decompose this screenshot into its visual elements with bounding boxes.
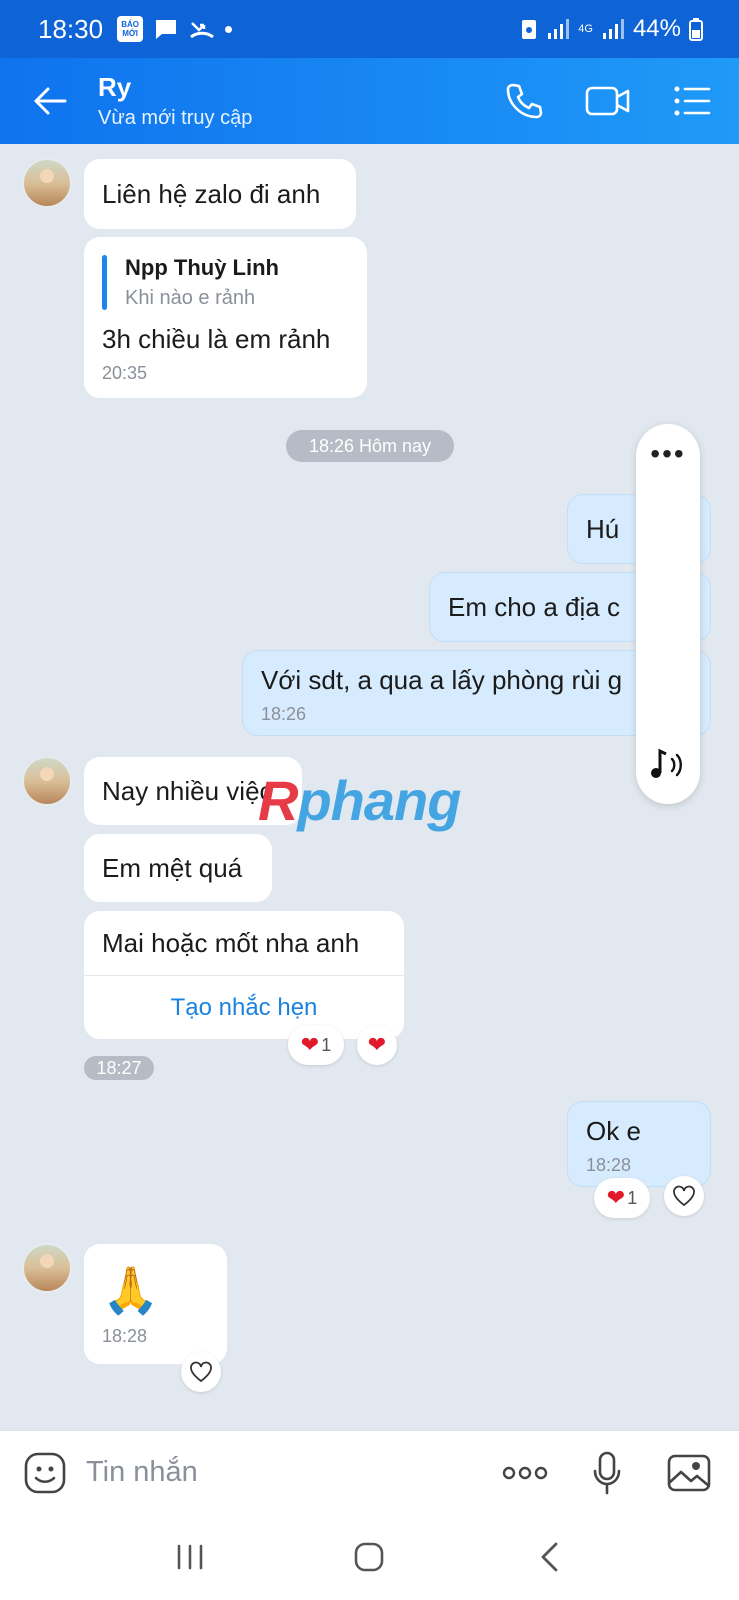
status-time: 18:30 [38,13,104,44]
message-text: Hú [586,513,620,544]
floating-tools-panel: ••• [636,424,700,804]
voice-record-button[interactable] [579,1445,635,1501]
missed-call-icon [190,22,215,39]
message-time: 18:28 [102,1326,148,1346]
status-bar: 18:30 BÁO MỚI 4G 44% [0,0,739,58]
heart-outline-icon [673,1185,695,1207]
contact-avatar[interactable] [22,158,72,208]
contact-avatar[interactable] [22,756,72,806]
react-button[interactable] [664,1176,704,1216]
network-type: 4G [578,22,593,35]
my-message-bubble[interactable]: Ok e 18:28 [567,1101,711,1187]
react-button[interactable] [181,1352,221,1392]
reaction-number: 1 [321,1034,332,1055]
reply-message-bubble[interactable]: Npp Thuỳ Linh Khi nào e rảnh 3h chiều là… [84,237,367,398]
more-actions-button[interactable] [497,1445,553,1501]
time-pill: 18:27 [84,1056,154,1080]
baomoi-app-icon: BÁO MỚI [117,16,144,42]
chat-header: Ry Vừa mới truy cập [0,58,739,144]
heart-outline-icon [190,1361,212,1383]
message-text: Liên hệ zalo đi anh [102,178,321,209]
watermark-logo: Rphang [258,769,461,832]
home-icon [355,1542,384,1572]
quote-bar [102,255,107,310]
message-text: Với sdt, a qua a lấy phòng rùi g [261,665,623,695]
system-navigation-bar [0,1514,739,1600]
reaction-count[interactable]: ❤ 1 [288,1025,344,1065]
contact-info[interactable]: Ry Vừa mới truy cập [98,72,252,130]
message-bubble-with-action[interactable]: Mai hoặc mốt nha anh Tạo nhắc hẹn [84,911,404,1039]
quoted-message[interactable]: Npp Thuỳ Linh Khi nào e rảnh [102,255,349,310]
quote-author: Npp Thuỳ Linh [125,255,279,280]
heart-icon: ❤ [367,1032,387,1057]
sticker-button[interactable] [22,1450,68,1496]
battery-percent: 44% [632,15,681,42]
reaction-number: 1 [627,1187,638,1208]
contact-avatar[interactable] [22,1243,72,1293]
message-time: 18:28 [586,1155,632,1175]
phone-icon [506,83,543,119]
create-reminder-button[interactable]: Tạo nhắc hẹn [84,975,404,1039]
message-bubble[interactable]: Em mệt quá [84,834,272,902]
video-call-button[interactable] [581,74,635,128]
video-camera-icon [585,86,630,116]
date-divider: 18:26 Hôm nay [286,430,454,462]
chevron-left-icon [541,1542,558,1572]
image-gallery-icon [667,1454,711,1491]
message-text: Em mệt quá [102,852,243,883]
arrow-left-icon [34,87,67,115]
contact-status: Vừa mới truy cập [98,107,253,129]
back-button[interactable] [24,75,76,127]
dots-icon [502,1466,548,1479]
storage-icon [522,20,537,39]
signal-icon-2 [602,19,624,39]
chat-notification-icon [156,20,177,39]
signal-icon [548,19,570,39]
microphone-icon [593,1451,621,1494]
voice-call-button[interactable] [497,74,551,128]
heart-icon: ❤ [300,1032,320,1057]
emoji-message-bubble[interactable]: 🙏 18:28 [84,1244,227,1364]
list-menu-icon [674,86,711,116]
home-button[interactable] [339,1527,399,1587]
audio-button[interactable] [648,747,688,786]
contact-name: Ry [98,72,132,102]
quote-text: Khi nào e rảnh [125,287,256,309]
message-text: 3h chiều là em rảnh [102,324,331,354]
message-input-bar: Tin nhắn [0,1430,739,1514]
menu-button[interactable] [665,74,719,128]
message-text: Mai hoặc mốt nha anh [102,927,360,958]
music-note-speaker-icon [651,748,682,778]
react-button[interactable]: ❤ [357,1025,397,1065]
message-text: Ok e [586,1116,641,1146]
message-text: Nay nhiều việc [102,775,273,806]
more-options-button[interactable]: ••• [636,440,700,468]
sticker-face-icon [24,1452,66,1493]
message-time: 20:35 [102,363,148,383]
message-bubble[interactable]: Liên hệ zalo đi anh [84,159,356,229]
message-input[interactable]: Tin nhắn [86,1456,471,1489]
recent-apps-button[interactable] [160,1527,220,1587]
dot-icon [225,25,233,33]
recent-apps-icon [177,1544,203,1570]
message-text: Em cho a địa c [448,591,620,622]
message-time: 18:26 [261,704,307,724]
battery-icon [689,18,703,41]
heart-icon: ❤ [606,1185,626,1210]
reaction-count[interactable]: ❤ 1 [594,1178,650,1218]
emoji-content: 🙏 [102,1264,160,1316]
image-picker-button[interactable] [661,1445,717,1501]
back-nav-button[interactable] [519,1527,579,1587]
